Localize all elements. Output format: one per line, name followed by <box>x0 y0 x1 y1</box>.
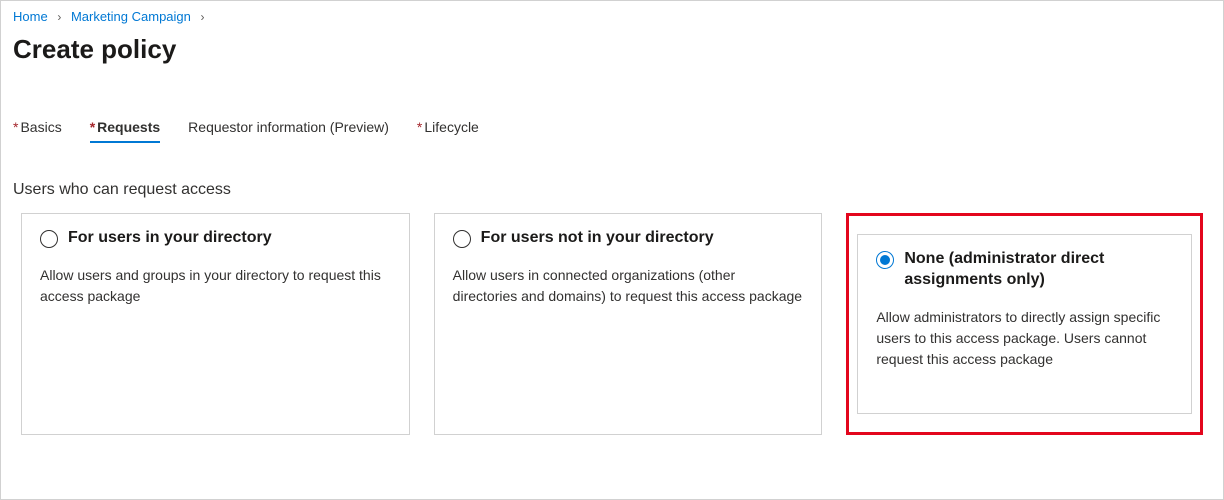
tab-lifecycle[interactable]: *Lifecycle <box>417 119 479 143</box>
option-card-users-in-directory[interactable]: For users in your directory Allow users … <box>21 213 410 435</box>
page-title: Create policy <box>1 28 1223 83</box>
breadcrumb-marketing-campaign[interactable]: Marketing Campaign <box>71 9 191 24</box>
option-cards: For users in your directory Allow users … <box>1 213 1223 435</box>
required-indicator: * <box>90 119 95 135</box>
radio-unchecked[interactable] <box>453 230 471 248</box>
tabs: *Basics *Requests Requestor information … <box>1 83 1223 143</box>
tab-requests[interactable]: *Requests <box>90 119 160 143</box>
section-heading: Users who can request access <box>1 143 1223 213</box>
tab-label: Lifecycle <box>424 119 478 135</box>
radio-checked[interactable] <box>876 251 894 269</box>
tab-label: Basics <box>20 119 61 135</box>
card-title: For users not in your directory <box>481 228 714 249</box>
chevron-right-icon: › <box>201 10 205 24</box>
card-description: Allow administrators to directly assign … <box>876 307 1173 370</box>
card-header: For users not in your directory <box>453 228 804 249</box>
option-card-users-not-in-directory[interactable]: For users not in your directory Allow us… <box>434 213 823 435</box>
breadcrumb-home[interactable]: Home <box>13 9 48 24</box>
card-title: For users in your directory <box>68 228 272 249</box>
card-title: None (administrator direct assignments o… <box>904 249 1173 291</box>
tab-label: Requestor information (Preview) <box>188 119 389 135</box>
tab-basics[interactable]: *Basics <box>13 119 62 143</box>
option-card-none-highlighted[interactable]: None (administrator direct assignments o… <box>846 213 1203 435</box>
required-indicator: * <box>417 119 422 135</box>
chevron-right-icon: › <box>57 10 61 24</box>
card-description: Allow users in connected organizations (… <box>453 265 804 307</box>
radio-unchecked[interactable] <box>40 230 58 248</box>
card-header: None (administrator direct assignments o… <box>876 249 1173 291</box>
breadcrumb: Home › Marketing Campaign › <box>1 1 1223 28</box>
tab-label: Requests <box>97 119 160 135</box>
required-indicator: * <box>13 119 18 135</box>
option-card-none[interactable]: None (administrator direct assignments o… <box>857 234 1192 414</box>
card-header: For users in your directory <box>40 228 391 249</box>
tab-requestor-info[interactable]: Requestor information (Preview) <box>188 119 389 143</box>
card-description: Allow users and groups in your directory… <box>40 265 391 307</box>
